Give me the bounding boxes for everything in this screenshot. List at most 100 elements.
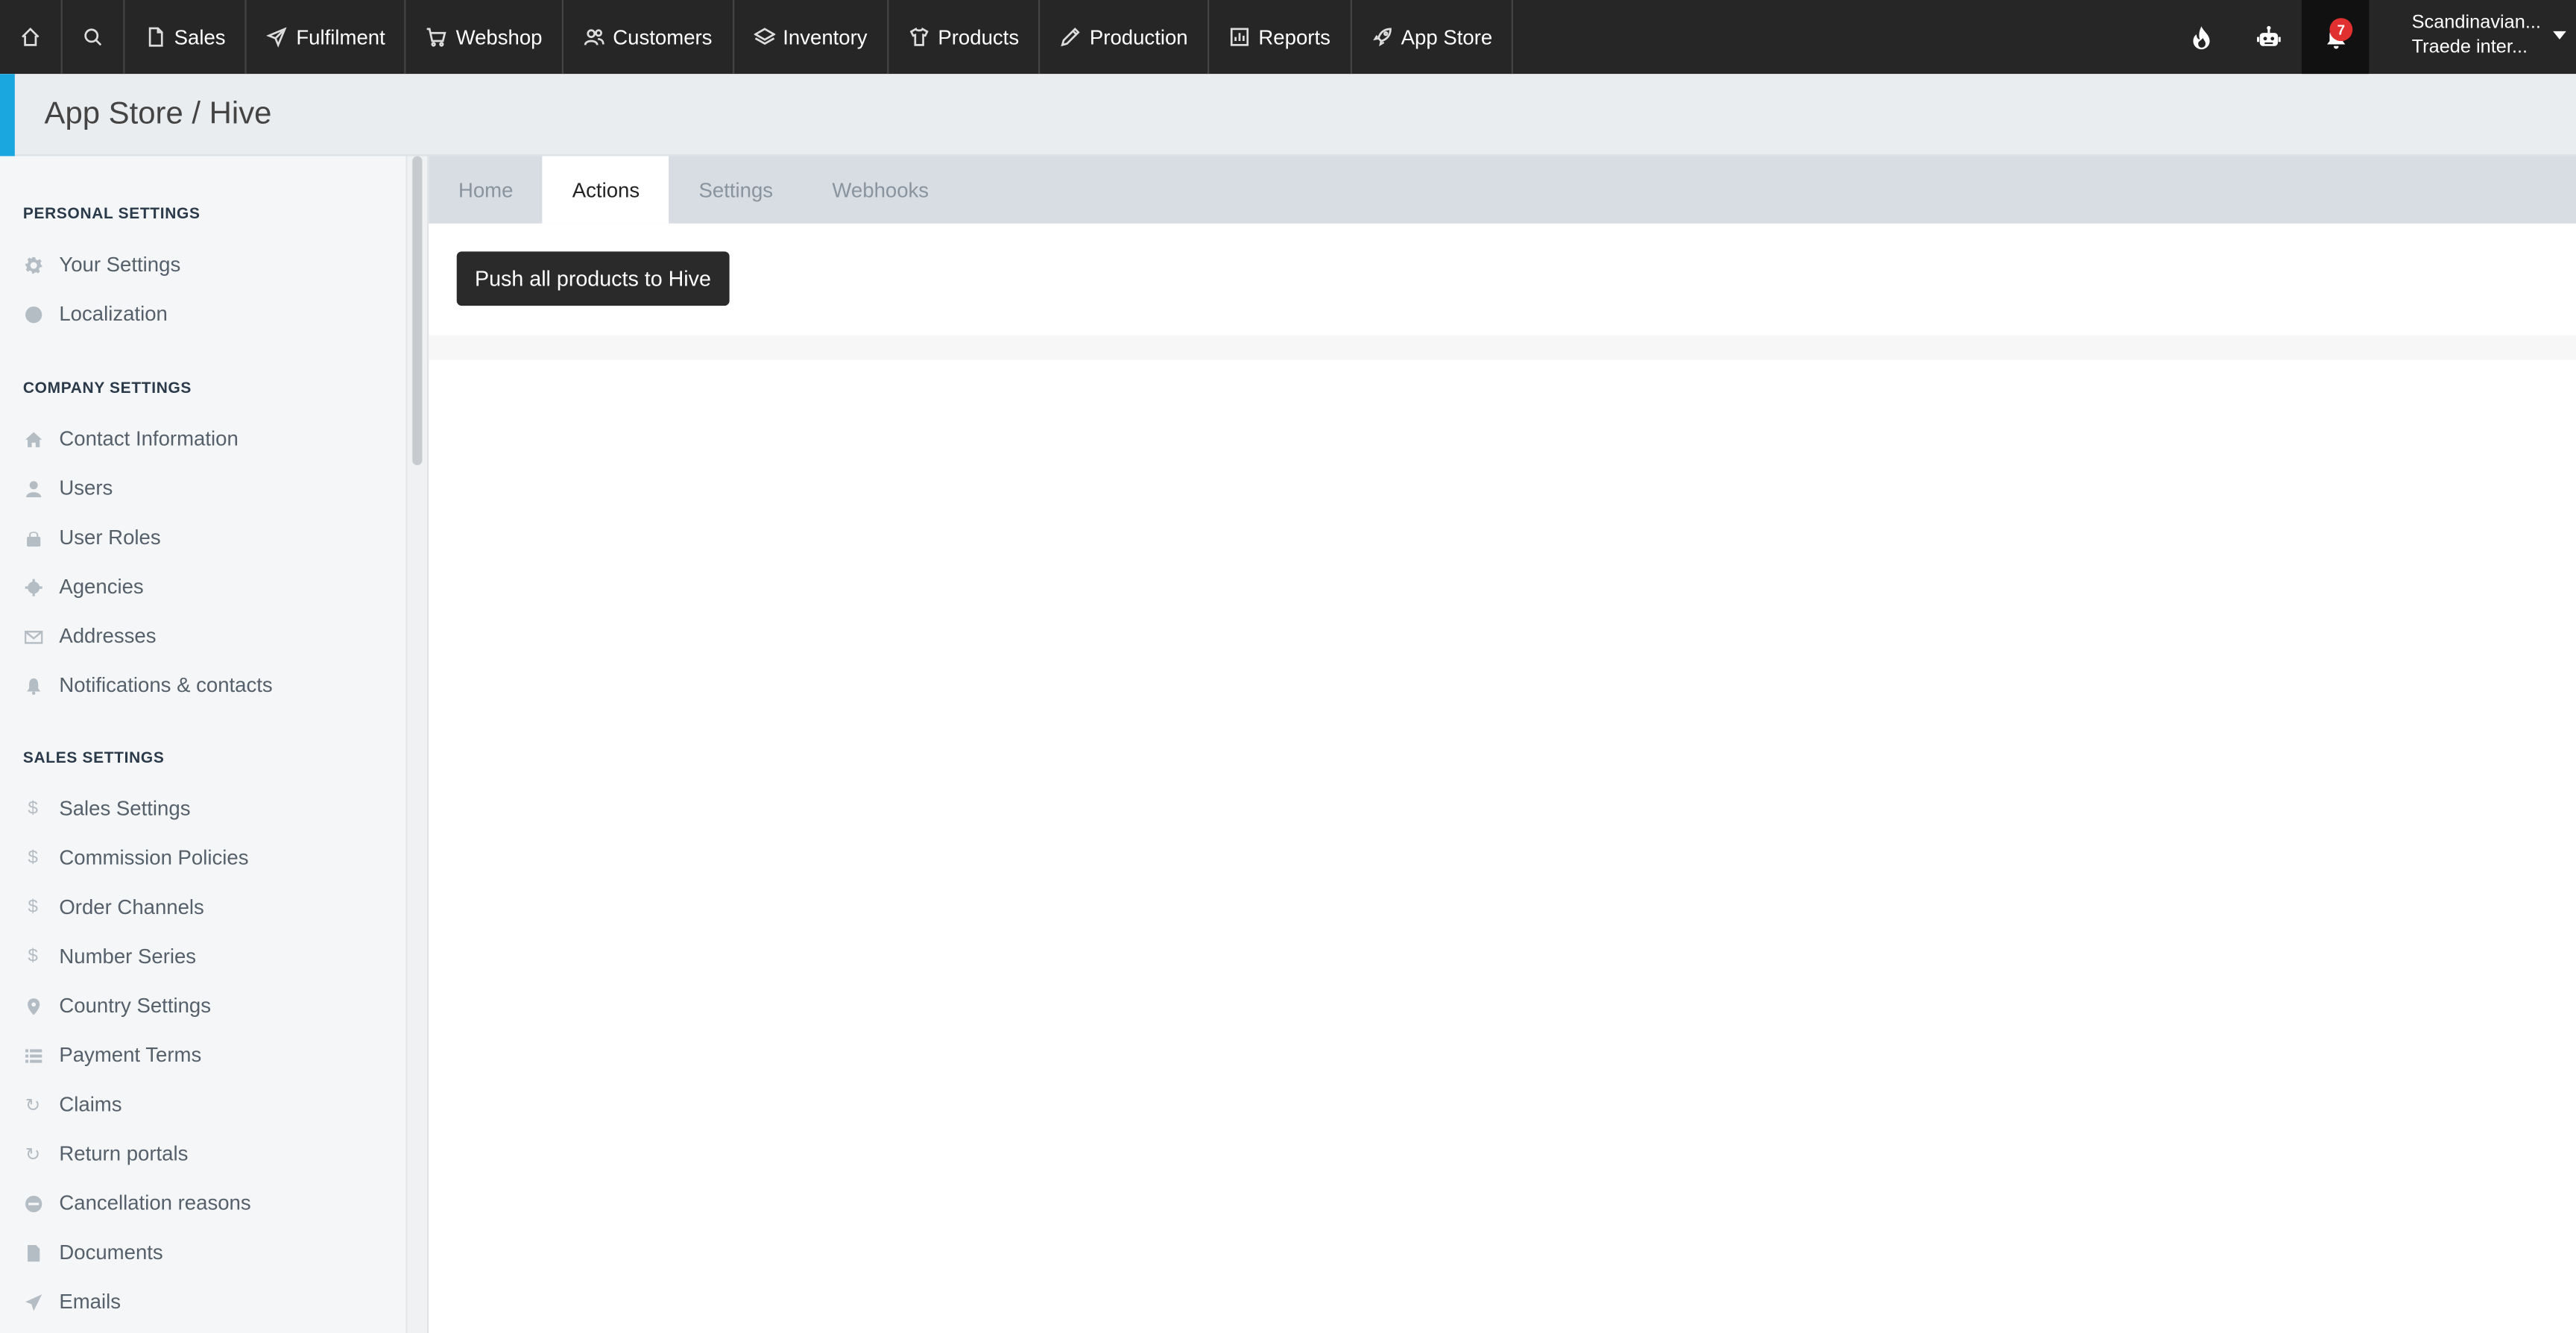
- cart-icon: [427, 28, 447, 47]
- main-content: Home Actions Settings Webhooks Push all …: [429, 156, 2576, 1333]
- cog-icon: [23, 577, 42, 596]
- file-icon: [23, 1243, 42, 1262]
- refresh-icon: ↻: [25, 1144, 41, 1165]
- sidebar-item-documents[interactable]: Documents: [23, 1238, 163, 1267]
- nav-customers[interactable]: Customers: [564, 0, 734, 75]
- sidebar-scrollbar-thumb[interactable]: [412, 156, 423, 465]
- sidebar-item-cancellation-reasons[interactable]: Cancellation reasons: [23, 1188, 251, 1218]
- envelope-icon: [23, 626, 42, 646]
- company-subname: Traede inter...: [2411, 37, 2528, 58]
- sidebar-item-label: Claims: [59, 1093, 122, 1116]
- settings-sidebar: PERSONAL SETTINGS Your Settings Localiza…: [0, 156, 408, 1333]
- hot-button[interactable]: [2167, 0, 2234, 74]
- nav-reports[interactable]: Reports: [1209, 0, 1352, 75]
- user-icon: [23, 479, 42, 498]
- pencil-icon: [1061, 27, 1081, 47]
- dollar-icon: $: [28, 946, 38, 967]
- home-nav-button[interactable]: [0, 0, 63, 75]
- home-icon: [22, 27, 40, 46]
- page-header: App Store / Hive: [0, 74, 2576, 157]
- sidebar-item-label: Country Settings: [59, 994, 212, 1018]
- lock-icon: [23, 528, 42, 547]
- robot-icon: [2255, 25, 2280, 45]
- nav-webshop[interactable]: Webshop: [406, 0, 564, 75]
- sidebar-item-label: Order Channels: [59, 895, 204, 919]
- sidebar-item-label: Number Series: [59, 945, 197, 968]
- sidebar-item-payment-terms[interactable]: Payment Terms: [23, 1041, 201, 1071]
- send-icon: [23, 1292, 42, 1311]
- users-icon: [584, 29, 604, 45]
- sidebar-scrollbar[interactable]: [407, 156, 429, 1333]
- sidebar-item-user-roles[interactable]: User Roles: [23, 523, 161, 552]
- paper-plane-icon: [266, 27, 288, 48]
- list-icon: [23, 1045, 42, 1065]
- sidebar-item-label: Notifications & contacts: [59, 673, 273, 697]
- nav-webshop-label: Webshop: [455, 25, 543, 49]
- nav-production-label: Production: [1089, 25, 1188, 49]
- sidebar-item-contact-information[interactable]: Contact Information: [23, 424, 239, 454]
- nav-production[interactable]: Production: [1041, 0, 1210, 75]
- nav-products[interactable]: Products: [888, 0, 1041, 75]
- sidebar-item-your-settings[interactable]: Your Settings: [23, 250, 180, 280]
- sidebar-item-sales-settings[interactable]: $ Sales Settings: [23, 794, 191, 824]
- nav-inventory[interactable]: Inventory: [733, 0, 889, 75]
- refresh-icon: ↻: [25, 1095, 41, 1115]
- globe-icon: [23, 304, 42, 324]
- push-all-products-button[interactable]: Push all products to Hive: [456, 251, 730, 306]
- nav-app-store-label: App Store: [1401, 25, 1493, 49]
- report-icon: [1230, 28, 1249, 46]
- tab-settings[interactable]: Settings: [669, 156, 803, 223]
- sidebar-item-label: Sales Settings: [59, 797, 191, 821]
- sidebar-item-agencies[interactable]: Agencies: [23, 572, 144, 602]
- sidebar-item-localization[interactable]: Localization: [23, 299, 168, 329]
- tab-webhooks[interactable]: Webhooks: [803, 156, 959, 223]
- bot-button[interactable]: [2235, 0, 2302, 74]
- nav-sales[interactable]: Sales: [125, 0, 247, 75]
- search-icon: [84, 28, 102, 46]
- sidebar-item-addresses[interactable]: Addresses: [23, 621, 157, 651]
- sidebar-item-label: Your Settings: [59, 253, 181, 277]
- app-tabs: Home Actions Settings Webhooks: [429, 156, 2576, 224]
- sidebar-item-commission-policies[interactable]: $ Commission Policies: [23, 843, 249, 873]
- nav-sales-label: Sales: [174, 25, 226, 49]
- tab-actions[interactable]: Actions: [543, 156, 669, 224]
- sidebar-item-label: Agencies: [59, 575, 144, 599]
- nav-right-tools: 7 Scandinavian... Traede inter...: [2167, 0, 2576, 75]
- dollar-icon: $: [28, 897, 38, 918]
- sidebar-item-label: Return portals: [59, 1142, 189, 1166]
- notifications-button[interactable]: 7: [2301, 0, 2370, 75]
- sidebar-item-label: Localization: [59, 302, 168, 326]
- page-title: App Store / Hive: [44, 97, 272, 132]
- search-nav-button[interactable]: [63, 0, 125, 75]
- sidebar-item-label: Payment Terms: [59, 1043, 202, 1067]
- actions-panel: Push all products to Hive: [429, 223, 2576, 335]
- company-name: Scandinavian...: [2411, 13, 2541, 34]
- sidebar-item-label: User Roles: [59, 526, 161, 549]
- sidebar-item-users[interactable]: Users: [23, 473, 113, 503]
- ban-icon: [23, 1194, 42, 1213]
- sidebar-item-return-portals[interactable]: ↻ Return portals: [23, 1139, 189, 1169]
- tab-home[interactable]: Home: [429, 156, 543, 223]
- notification-count-badge: 7: [2329, 18, 2353, 42]
- header-accent-bar: [0, 74, 15, 157]
- nav-fulfilment[interactable]: Fulfilment: [247, 0, 407, 75]
- nav-app-store[interactable]: App Store: [1352, 0, 1514, 75]
- sidebar-item-label: Emails: [59, 1290, 121, 1314]
- sidebar-item-label: Commission Policies: [59, 846, 249, 870]
- company-switcher[interactable]: Scandinavian... Traede inter...: [2369, 0, 2576, 74]
- home-icon: [23, 429, 42, 448]
- sidebar-item-number-series[interactable]: $ Number Series: [23, 942, 196, 971]
- bell-icon: [23, 675, 42, 695]
- top-navigation-bar: Sales Fulfilment Webshop Customers Inven…: [0, 0, 2576, 75]
- gear-icon: [23, 255, 42, 274]
- sidebar-item-label: Documents: [59, 1241, 163, 1264]
- sidebar-item-label: Users: [59, 476, 113, 500]
- sidebar-item-notifications-contacts[interactable]: Notifications & contacts: [23, 671, 273, 701]
- sidebar-item-order-channels[interactable]: $ Order Channels: [23, 892, 204, 922]
- document-icon: [148, 27, 163, 47]
- sidebar-item-claims[interactable]: ↻ Claims: [23, 1090, 122, 1120]
- sidebar-item-emails[interactable]: Emails: [23, 1287, 121, 1317]
- sales-settings-header: SALES SETTINGS: [22, 749, 165, 768]
- sidebar-item-country-settings[interactable]: Country Settings: [23, 991, 211, 1021]
- nav-customers-label: Customers: [613, 25, 713, 49]
